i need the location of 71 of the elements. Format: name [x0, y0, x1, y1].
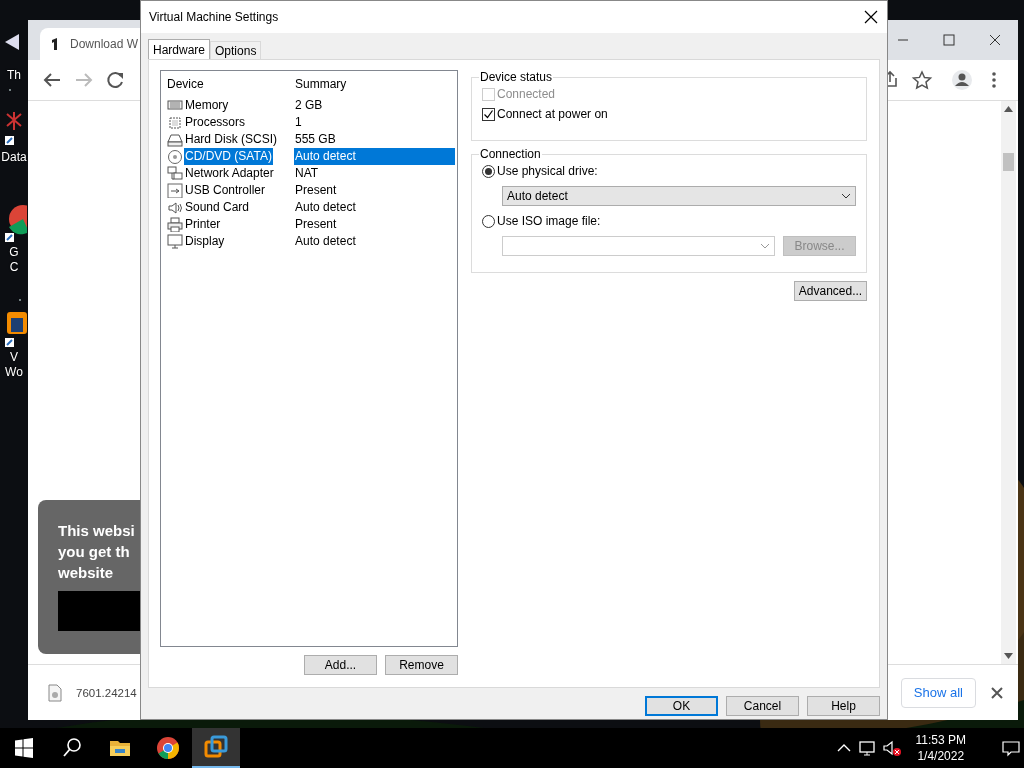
- device-summary[interactable]: NAT: [294, 165, 457, 182]
- dialog-button[interactable]: Help: [807, 696, 880, 716]
- group-title: Connection: [479, 147, 542, 161]
- advanced-button[interactable]: Advanced...: [794, 281, 867, 301]
- device-name[interactable]: Sound Card: [184, 199, 251, 216]
- clock-date[interactable]: 1/4/2022: [915, 748, 966, 764]
- checkbox[interactable]: [482, 107, 495, 121]
- device-name[interactable]: Processors: [184, 114, 247, 131]
- device-summary[interactable]: Auto detect: [294, 233, 457, 250]
- shortcut-label: G: [9, 245, 19, 260]
- radio-button[interactable]: [482, 164, 495, 178]
- disk-icon: [167, 132, 183, 147]
- device-name[interactable]: Hard Disk (SCSI): [184, 131, 278, 148]
- list-button[interactable]: Remove: [385, 655, 458, 675]
- shortcut-label: C: [9, 260, 19, 275]
- device-summary[interactable]: Auto detect: [294, 148, 455, 165]
- close-icon[interactable]: [990, 685, 1004, 700]
- device-summary[interactable]: 2 GB: [294, 97, 457, 114]
- radio-label[interactable]: Use ISO image file:: [497, 214, 601, 228]
- device-name[interactable]: Memory: [184, 97, 230, 114]
- muted-speaker-icon[interactable]: [880, 739, 903, 757]
- window-title: Virtual Machine Settings: [149, 10, 279, 24]
- scrollbar[interactable]: [1001, 101, 1016, 664]
- memory-icon: [167, 98, 183, 113]
- clock-time[interactable]: 11:53 PM: [915, 732, 966, 748]
- device-name[interactable]: USB Controller: [184, 182, 267, 199]
- group-title: Device status: [479, 70, 554, 84]
- file-icon: [48, 683, 62, 702]
- checkbox-label[interactable]: Connect at power on: [497, 107, 608, 121]
- list-button[interactable]: Add...: [304, 655, 377, 675]
- shortcut-label: Data: [1, 150, 27, 165]
- cdrom-icon: [167, 149, 183, 164]
- scroll-thumb[interactable]: [1003, 153, 1014, 171]
- windows-logo-icon[interactable]: [12, 736, 36, 760]
- cookie-text: This websi you get th website: [58, 521, 136, 583]
- processor-icon: [167, 115, 183, 130]
- squares-icon: [204, 735, 228, 759]
- tab[interactable]: Hardware: [148, 39, 211, 59]
- device-summary[interactable]: Auto detect: [294, 199, 457, 216]
- show-all-button[interactable]: Show all: [900, 677, 976, 708]
- display-icon: [167, 234, 183, 249]
- device-summary[interactable]: 555 GB: [294, 131, 457, 148]
- dialog-button[interactable]: OK: [645, 696, 718, 716]
- tab[interactable]: Options: [210, 41, 262, 59]
- iso-path-field[interactable]: [502, 236, 775, 256]
- download-file-name[interactable]: 7601.24214: [76, 686, 137, 699]
- drive-dropdown[interactable]: Auto detect: [502, 186, 856, 206]
- shortcut-label: V: [10, 350, 18, 365]
- column-header[interactable]: Device: [167, 77, 204, 91]
- scroll-up-icon[interactable]: [1004, 105, 1013, 113]
- shortcut-label: Wo: [5, 365, 23, 380]
- scroll-down-icon[interactable]: [1004, 652, 1013, 660]
- sound-icon: [167, 200, 183, 215]
- device-name[interactable]: Printer: [184, 216, 222, 233]
- taskbar-app[interactable]: [192, 728, 240, 768]
- device-name[interactable]: Network Adapter: [184, 165, 275, 182]
- device-name[interactable]: Display: [184, 233, 226, 250]
- network-icon: [167, 166, 183, 181]
- column-header[interactable]: Summary: [294, 75, 457, 93]
- device-summary[interactable]: Present: [294, 216, 457, 233]
- device-summary[interactable]: 1: [294, 114, 457, 131]
- radio-label[interactable]: Use physical drive:: [497, 164, 598, 178]
- device-summary[interactable]: Present: [294, 182, 457, 199]
- shortcut-label: Th: [7, 68, 21, 83]
- device-name[interactable]: CD/DVD (SATA): [184, 148, 273, 165]
- caret-icon[interactable]: [841, 192, 851, 200]
- usb-icon: [167, 183, 183, 198]
- dialog-button[interactable]: Cancel: [726, 696, 799, 716]
- printer-icon: [167, 217, 183, 232]
- radio-button[interactable]: [482, 214, 495, 228]
- chrome-icon: [156, 736, 180, 760]
